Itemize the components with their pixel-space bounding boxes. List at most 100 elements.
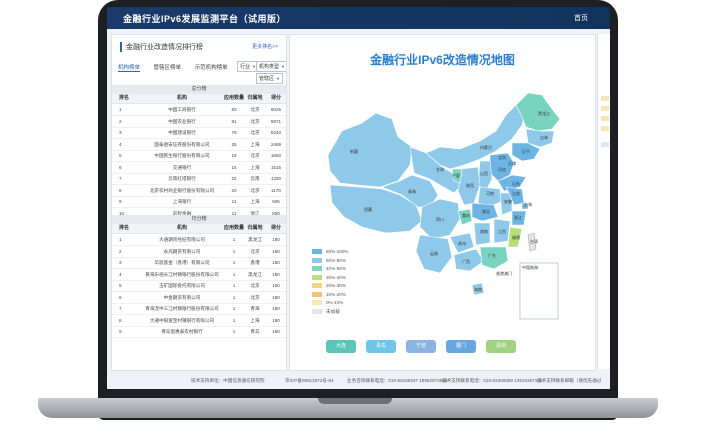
table-row[interactable]: 6 交通银行 15 上海 1515 (112, 163, 286, 174)
institution-cell: 玉矿国际投托有限公司 (159, 283, 205, 288)
score-cell: 1170 (271, 187, 281, 193)
region-cell: 北京 (250, 153, 260, 158)
institution-cell: 云南红塔银行 (168, 176, 196, 181)
table-row[interactable]: 3 华宸基金（香港）有限公司 1 香港 180 (112, 258, 286, 269)
tab-institutions[interactable]: 机构榜单 (118, 63, 141, 72)
province-label: 吉林 (540, 134, 548, 140)
province-label: 安徽 (504, 198, 512, 204)
table-row[interactable]: 6 中金期货有限公司 1 北京 180 (112, 293, 286, 304)
app-count-cell: 11 (231, 199, 237, 204)
institution-cell: 大通中银富宝村镇银行有限公司 (149, 317, 215, 323)
footer-icp[interactable]: 京ICP备09013372号-64 (285, 378, 334, 384)
legend-item[interactable]: 10%-20% (312, 291, 348, 300)
right-side-panel (597, 34, 610, 369)
table-row[interactable]: 9 上海银行 11 上海 965 (112, 197, 286, 208)
table-row[interactable]: 2 中国农业银行 81 北京 5971 (112, 117, 286, 128)
legend-item[interactable]: 30%-40% (312, 274, 348, 283)
legend-item[interactable]: 未加载 (312, 308, 348, 317)
score-cell: 2489 (270, 141, 282, 147)
province-shanxi[interactable] (477, 160, 493, 192)
table-row[interactable]: 5 玉矿国际投托有限公司 1 北京 180 (112, 281, 286, 292)
region-cell: 云南 (250, 176, 260, 181)
top-navbar: 金融行业IPv6发展监测平台（试用版） 首页 (107, 7, 610, 29)
legend-item[interactable]: 40%-50% (312, 265, 348, 274)
province-label: 河南 (486, 190, 494, 196)
institution-cell: 中国农业银行 (168, 118, 196, 124)
province-xinjiang[interactable] (327, 112, 413, 188)
section-average-title: 均分榜 (112, 215, 286, 224)
score-cell: 1860 (270, 153, 282, 158)
institution-cell: 青岛恩惠泰农村银行 (161, 329, 203, 334)
rank-cell: 8 (119, 317, 122, 323)
city-button[interactable]: 深圳 (486, 340, 516, 353)
province-label: 福建 (512, 234, 520, 240)
rank-cell: 9 (119, 329, 122, 334)
table-row[interactable]: 2 永兆期货有限公司 1 北京 180 (112, 247, 286, 258)
rank-cell: 5 (119, 153, 122, 158)
table-row[interactable]: 4 黄海乐视长江村镇银行股份有限公司 1 黑龙江 180 (112, 270, 286, 281)
rank-cell: 1 (119, 107, 122, 112)
legend-item[interactable]: 80%-100% (312, 248, 348, 257)
region-cell: 上海 (250, 164, 260, 170)
institution-cell: 上海银行 (172, 199, 192, 204)
city-button[interactable]: 青岛 (366, 340, 396, 353)
nav-home-link[interactable]: 首页 (574, 13, 588, 23)
region-cell: 上海 (250, 141, 260, 147)
institution-cell: 中国工商银行 (168, 107, 196, 112)
table-row[interactable]: 1 大通期货经纪有限公司 1 黑龙江 180 (112, 235, 286, 246)
rank-cell: 3 (119, 260, 122, 265)
province-label: 陕西 (466, 182, 474, 188)
legend-swatch (312, 308, 322, 314)
tab-jurisdictions[interactable]: 管辖区榜单 (154, 63, 182, 71)
rank-cell: 4 (119, 271, 122, 277)
footer-tech-contact: 技术支持联系电话：010-62300059 13910367192 (442, 378, 543, 383)
panel-title: 金融行业改造情况排行榜 (120, 42, 203, 52)
table-row[interactable]: 1 中国工商银行 83 北京 6025 (112, 105, 286, 116)
institution-type-select[interactable]: 机构类型 ▼ (256, 61, 286, 72)
region-cell: 黑龙江 (248, 237, 262, 242)
score-cell: 1515 (270, 164, 282, 170)
legend-swatch (601, 142, 609, 147)
legend-item[interactable]: 50%-80% (312, 257, 348, 266)
table-row[interactable]: 4 国泰君安证券股份有限公司 25 上海 2489 (112, 140, 286, 151)
province-label: 上海 (524, 201, 532, 207)
score-cell: 180 (272, 248, 280, 254)
table-row[interactable]: 8 北京农村商业银行股份有限公司 20 北京 1170 (112, 186, 286, 197)
tab-demo-institutions[interactable]: 示范机构榜单 (195, 63, 228, 71)
table-row[interactable]: 7 青海湟中三江村镇银行股份有限公司 1 青海 180 (112, 304, 286, 315)
institution-cell: 大通期货经纪有限公司 (159, 237, 205, 242)
south-sea-label: 中国南海 (522, 264, 538, 270)
province-label: 台湾 (530, 238, 538, 244)
app-title: 金融行业IPv6发展监测平台（试用版） (123, 14, 287, 24)
rank-cell: 7 (119, 176, 122, 181)
jurisdiction-select[interactable]: 管辖区 ▼ (256, 73, 283, 84)
legend-item[interactable]: 20%-30% (312, 282, 348, 291)
region-cell: 青岛 (250, 329, 260, 334)
city-button[interactable]: 大连 (326, 340, 356, 353)
city-button[interactable]: 宁波 (406, 340, 436, 353)
table-row[interactable]: 8 大通中银富宝村镇银行有限公司 1 上海 180 (112, 316, 286, 327)
score-cell: 6025 (270, 107, 282, 112)
more-ranking-link[interactable]: 更多排名>> (252, 43, 278, 50)
institution-cell: 交通银行 (172, 164, 192, 170)
table-row[interactable]: 5 中国民生银行股份有限公司 19 北京 1860 (112, 151, 286, 162)
province-hunan[interactable] (473, 222, 491, 246)
province-label: 江西 (498, 228, 506, 234)
province-label: 广西 (462, 258, 470, 264)
legend-swatch (312, 283, 322, 289)
institution-cell: 国泰君安证券股份有限公司 (154, 141, 210, 147)
table-row[interactable]: 9 青岛恩惠泰农村银行 1 青岛 180 (112, 327, 286, 338)
province-label: 辽宁 (522, 148, 530, 154)
city-button[interactable]: 厦门 (446, 340, 476, 353)
province-guangdong[interactable] (479, 246, 509, 270)
ranking-panel: 金融行业改造情况排行榜 更多排名>> 机构榜单 管辖区榜单 示范机构榜单 行业 ▼… (111, 34, 287, 371)
score-cell: 180 (272, 237, 280, 242)
table-row[interactable]: 3 中国建设银行 79 北京 5340 (112, 128, 286, 139)
legend-item[interactable]: 0%-10% (312, 299, 348, 308)
score-cell: 1330 (270, 176, 282, 181)
score-cell: 5971 (270, 118, 282, 124)
app-count-cell: 83 (231, 107, 237, 112)
table-header: 排名 机构 应用数量 归属地 得分 (112, 94, 286, 104)
footer: 技术支持单位：中国信息通信研究院 京ICP备09013372号-64 业务咨询联… (107, 373, 610, 389)
table-row[interactable]: 7 云南红塔银行 22 云南 1330 (112, 174, 286, 185)
